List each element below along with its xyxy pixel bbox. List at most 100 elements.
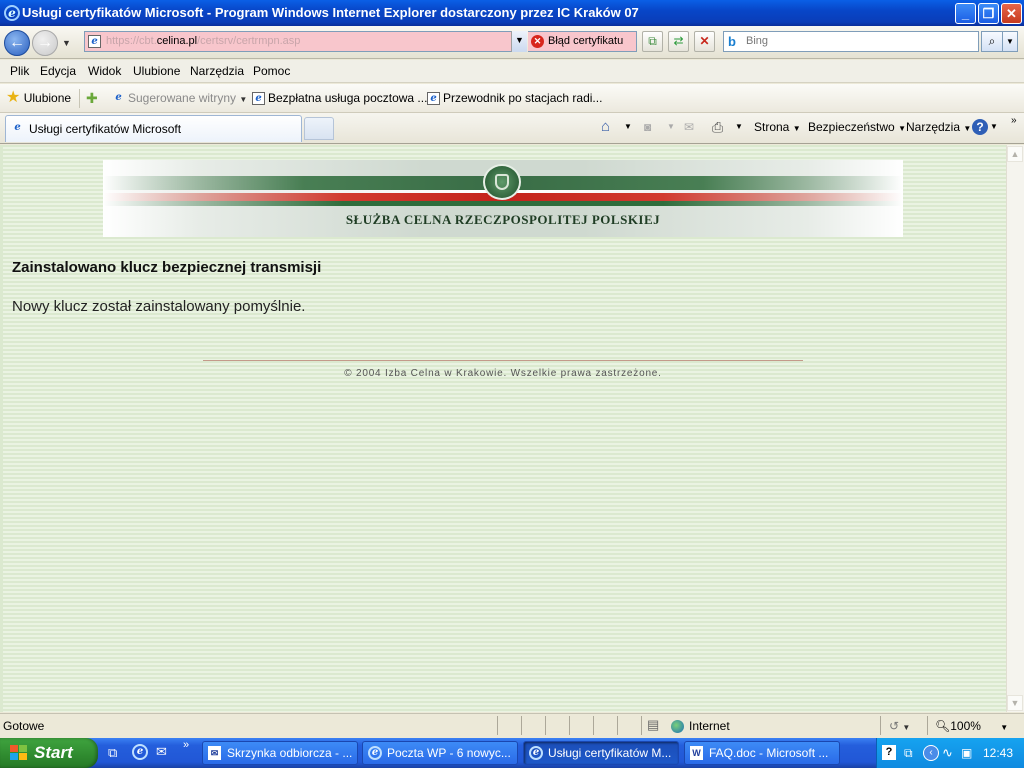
address-bar[interactable]: e https://cbt.celina.pl/certsrv/certrmpn… <box>84 31 527 52</box>
taskbar-item-label: Skrzynka odbiorcza - ... <box>227 746 353 760</box>
window-title-bar[interactable]: Usługi certyfikatów Microsoft - Program … <box>0 0 1024 26</box>
start-label: Start <box>34 743 73 762</box>
menu-plik[interactable]: Plik <box>8 60 31 83</box>
feeds-icon[interactable]: ◙ <box>644 118 651 136</box>
recent-pages-dropdown-icon[interactable]: ▼ <box>62 38 71 48</box>
add-to-favorites-bar-icon[interactable]: ✚ <box>86 88 98 109</box>
menu-pomoc[interactable]: Pomoc <box>251 60 292 83</box>
forward-button[interactable]: → <box>32 30 58 56</box>
security-zone[interactable]: Internet <box>671 713 730 739</box>
tab-title: Usługi certyfikatów Microsoft <box>29 122 182 136</box>
refresh-icon[interactable]: ⇄ <box>668 31 689 52</box>
scroll-down-icon[interactable]: ▼ <box>1007 695 1023 711</box>
security-menu-label: Bezpieczeństwo <box>808 120 895 134</box>
help-icon[interactable]: ? <box>972 119 988 135</box>
tab-active[interactable]: e Usługi certyfikatów Microsoft <box>5 115 302 142</box>
page-menu-button[interactable]: Strona ▼ <box>754 118 801 136</box>
home-dropdown-icon[interactable]: ▼ <box>624 118 632 136</box>
ie-icon: e <box>529 746 543 760</box>
search-input[interactable]: b Bing <box>723 31 979 52</box>
compatibility-view-icon[interactable]: ⧉ <box>642 31 663 52</box>
address-prefix: https://cbt. <box>106 35 157 47</box>
feeds-dropdown-icon[interactable]: ▼ <box>667 118 675 136</box>
ie-quicklaunch-icon[interactable]: e <box>132 744 148 760</box>
menu-edycja[interactable]: Edycja <box>38 60 78 83</box>
menu-widok[interactable]: Widok <box>86 60 123 83</box>
word-icon: W <box>690 746 703 760</box>
taskbar-item-poczta[interactable]: e Poczta WP - 6 nowyc... <box>362 741 518 765</box>
show-desktop-icon[interactable]: ⧉ <box>108 745 117 761</box>
favorite-link-1[interactable]: e Bezpłatna usługa pocztowa ... <box>252 88 427 109</box>
taskbar-item-certificates[interactable]: e Usługi certyfikatów M... <box>523 741 679 765</box>
status-text: Gotowe <box>3 719 45 733</box>
network-tray-icon[interactable]: ⧉ <box>904 738 913 768</box>
quicklaunch-chevron-icon[interactable]: » <box>183 739 189 751</box>
help-tray-icon[interactable]: ? <box>882 745 896 760</box>
menu-ulubione[interactable]: Ulubione <box>131 60 182 83</box>
window-title: Usługi certyfikatów Microsoft - Program … <box>22 5 639 20</box>
copyright-footer: © 2004 Izba Celna w Krakowie. Wszelkie p… <box>344 368 662 379</box>
favorite-link-2[interactable]: e Przewodnik po stacjach radi... <box>427 88 602 109</box>
stop-icon[interactable]: ✕ <box>694 31 715 52</box>
globe-icon <box>671 720 684 734</box>
close-button[interactable]: ✕ <box>1001 3 1022 24</box>
home-icon[interactable]: ⌂ <box>601 118 610 136</box>
scroll-up-icon[interactable]: ▲ <box>1007 146 1023 162</box>
outlook-icon: ✉ <box>208 746 221 760</box>
menu-narzedzia[interactable]: Narzędzia <box>188 60 246 83</box>
page-heading: Zainstalowano klucz bezpiecznej transmis… <box>12 259 322 276</box>
search-icon[interactable]: ⌕ <box>981 31 1003 52</box>
tray-collapse-icon[interactable]: ‹ <box>923 745 939 761</box>
outlook-quicklaunch-icon[interactable]: ✉ <box>156 744 167 760</box>
favorites-button[interactable]: ★ Ulubione <box>6 88 71 109</box>
vertical-scrollbar[interactable] <box>1006 145 1024 712</box>
suggested-sites-button[interactable]: e Sugerowane witryny ▼ <box>112 88 247 109</box>
taskbar-item-label: Usługi certyfikatów M... <box>548 746 672 760</box>
certificate-error-button[interactable]: ✕ Błąd certyfikatu <box>528 31 637 52</box>
emblem-icon <box>483 164 521 200</box>
taskbar-item-inbox[interactable]: ✉ Skrzynka odbiorcza - ... <box>202 741 358 765</box>
ie-icon: e <box>4 5 20 21</box>
zoom-level: 100% <box>950 719 981 733</box>
banner-text: SŁUŻBA CELNA RZECZPOSPOLITEJ POLSKIEJ <box>345 212 661 227</box>
zoom-control[interactable]: 🔍︎100% ▼ <box>935 713 1008 741</box>
taskbar-item-faq[interactable]: W FAQ.doc - Microsoft ... <box>684 741 840 765</box>
search-options-dropdown-icon[interactable]: ▼ <box>1002 31 1018 52</box>
chevron-more-icon[interactable]: » <box>1011 112 1017 130</box>
banner-image: SŁUŻBA CELNA RZECZPOSPOLITEJ POLSKIEJ <box>103 160 903 237</box>
mail-icon[interactable]: ✉ <box>684 118 694 136</box>
divider <box>79 89 80 108</box>
certificate-error-label: Błąd certyfikatu <box>548 35 624 47</box>
minimize-button[interactable]: _ <box>955 3 976 24</box>
print-icon[interactable]: ⎙ <box>712 118 723 136</box>
ie-icon: e <box>368 746 382 760</box>
suggested-sites-label: Sugerowane witryny <box>128 91 237 105</box>
audio-tray-icon[interactable]: ∿ <box>942 738 953 768</box>
new-tab-button[interactable] <box>304 117 334 140</box>
page-menu-label: Strona <box>754 120 790 134</box>
print-dropdown-icon[interactable]: ▼ <box>735 118 743 136</box>
divider <box>203 360 803 361</box>
page-icon: e <box>427 92 440 106</box>
security-menu-button[interactable]: Bezpieczeństwo ▼ <box>808 118 906 136</box>
start-button[interactable]: Start <box>0 738 98 768</box>
search-placeholder: Bing <box>746 35 769 47</box>
help-dropdown-icon[interactable]: ▼ <box>990 118 998 136</box>
maximize-button[interactable]: ❐ <box>978 3 999 24</box>
address-path: /certsrv/certrmpn.asp <box>197 35 301 47</box>
bing-icon: b <box>728 34 736 49</box>
favorites-label: Ulubione <box>23 91 72 105</box>
zoom-icon: 🔍︎ <box>935 719 951 733</box>
page-message: Nowy klucz został zainstalowany pomyślni… <box>12 298 306 315</box>
popup-blocker-icon[interactable]: ↺ ▼ <box>889 713 910 741</box>
favorite-link-label: Bezpłatna usługa pocztowa ... <box>268 91 428 105</box>
tools-menu-button[interactable]: Narzędzia ▼ <box>906 118 971 136</box>
back-button[interactable]: ← <box>4 30 30 56</box>
page-icon: e <box>252 92 265 106</box>
ie-small-icon: e <box>115 92 122 104</box>
clock: 12:43 <box>983 746 1014 760</box>
windows-logo-icon <box>10 745 27 761</box>
page-icon: e <box>88 35 101 48</box>
monitor-tray-icon[interactable]: ▣ <box>961 738 972 768</box>
address-dropdown-icon[interactable]: ▼ <box>511 31 527 52</box>
